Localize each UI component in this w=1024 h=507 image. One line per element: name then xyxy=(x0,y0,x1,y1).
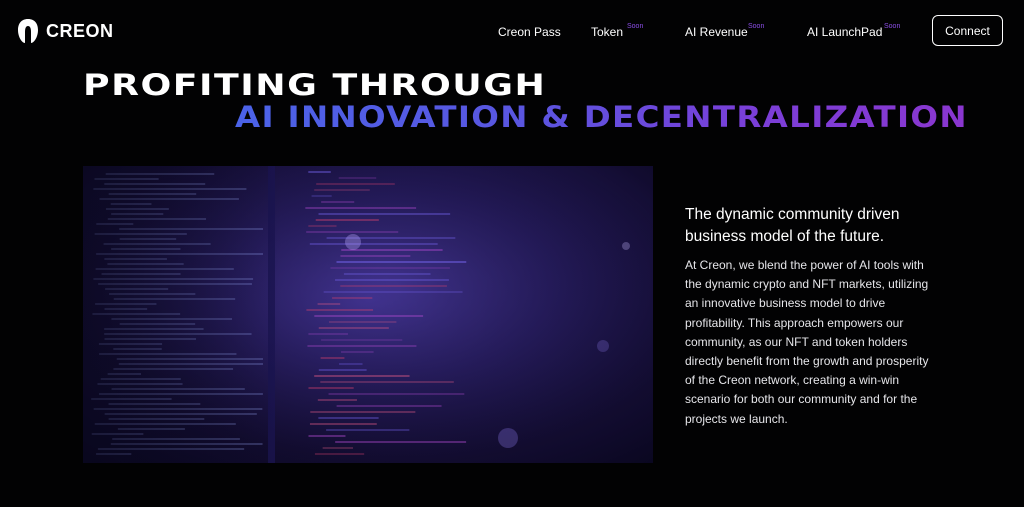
nav-item-ai-launchpad-label: AI LaunchPad xyxy=(807,25,883,39)
top-nav: CREON Creon Pass Token Soon AI Revenue S… xyxy=(0,0,1024,64)
hero-title-line1: PROFITING THROUGH xyxy=(83,68,547,102)
brand-logo[interactable]: CREON xyxy=(17,18,114,44)
soon-badge: Soon xyxy=(627,23,644,30)
soon-badge: Soon xyxy=(884,23,901,30)
soon-badge: Soon xyxy=(748,23,765,30)
nav-item-ai-revenue[interactable]: AI Revenue Soon xyxy=(685,23,764,39)
code-screen-image xyxy=(83,166,653,463)
connect-button[interactable]: Connect xyxy=(932,15,1003,46)
hero-title-line2: AI INNOVATION & DECENTRALIZATION xyxy=(235,100,968,134)
brand-name: CREON xyxy=(46,20,114,41)
section-subhead: The dynamic community driven business mo… xyxy=(685,206,900,245)
nav-item-ai-revenue-label: AI Revenue xyxy=(685,25,748,39)
code-screen-illustration xyxy=(83,166,653,463)
section-paragraph: At Creon, we blend the power of AI tools… xyxy=(685,258,929,426)
nav-item-creon-pass[interactable]: Creon Pass xyxy=(498,25,561,39)
creon-logo-icon xyxy=(18,19,38,43)
nav-item-token-label: Token xyxy=(591,25,624,39)
content-column: The dynamic community driven business mo… xyxy=(685,204,940,429)
nav-item-ai-launchpad[interactable]: AI LaunchPad Soon xyxy=(807,23,900,39)
nav-item-token[interactable]: Token Soon xyxy=(591,23,643,39)
